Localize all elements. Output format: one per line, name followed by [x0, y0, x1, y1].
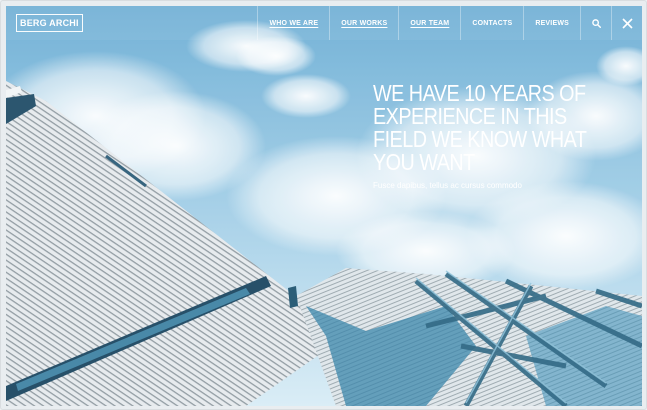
hero-overlay [6, 6, 642, 406]
hero-subtext: Fusce dapibus, tellus ac cursus commodo [373, 181, 522, 190]
main-nav: WHO WE ARE OUR WORKS OUR TEAM CONTACTS R… [257, 6, 642, 40]
nav-item-reviews[interactable]: REVIEWS [523, 6, 580, 40]
top-navbar: BERG ARCHI WHO WE ARE OUR WORKS OUR TEAM… [6, 6, 642, 40]
headline-line-4: YOU WANT [373, 149, 475, 175]
nav-item-our-team[interactable]: OUR TEAM [398, 6, 460, 40]
hero-headline: WE HAVE 10 YEARS OF EXPERIENCE IN THIS F… [373, 82, 588, 174]
nav-item-contacts[interactable]: CONTACTS [460, 6, 523, 40]
headline-line-2: EXPERIENCE IN THIS [373, 103, 567, 129]
page-frame: BERG ARCHI WHO WE ARE OUR WORKS OUR TEAM… [0, 0, 647, 410]
close-button[interactable] [611, 6, 642, 40]
hero-section: BERG ARCHI WHO WE ARE OUR WORKS OUR TEAM… [6, 6, 642, 406]
search-icon [591, 18, 601, 28]
headline-line-3: FIELD WE KNOW WHAT [373, 126, 587, 152]
brand-logo[interactable]: BERG ARCHI [16, 14, 83, 32]
headline-line-1: WE HAVE 10 YEARS OF [373, 80, 586, 106]
search-button[interactable] [580, 6, 611, 40]
close-icon [621, 17, 633, 29]
nav-item-our-works[interactable]: OUR WORKS [329, 6, 398, 40]
nav-item-who-we-are[interactable]: WHO WE ARE [257, 6, 329, 40]
